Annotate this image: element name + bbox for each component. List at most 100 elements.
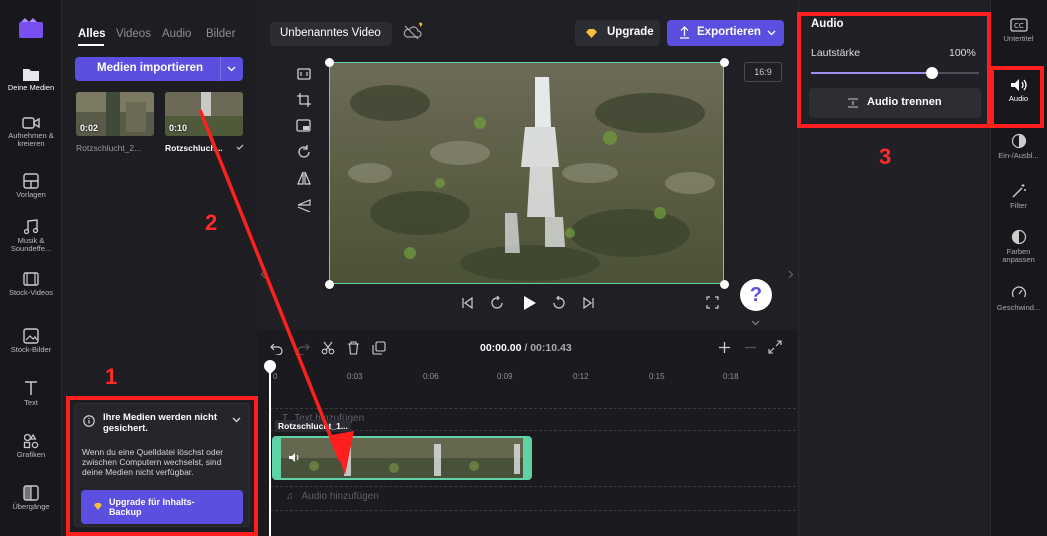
rail-item-label: Übergänge <box>12 502 50 511</box>
chevron-down-icon[interactable] <box>227 66 236 72</box>
playback-time: 00:00.00 / 00:10.43 <box>480 342 572 354</box>
film-icon <box>23 272 39 286</box>
rail-item-fade[interactable]: Ein-/Ausbl... <box>990 133 1047 160</box>
help-button[interactable]: ? <box>740 279 772 311</box>
import-media-button[interactable]: Medien importieren <box>75 57 243 81</box>
speed-icon <box>1011 286 1026 298</box>
rail-item-filter[interactable]: Filter <box>990 183 1047 210</box>
collapse-chevron-icon[interactable] <box>751 320 760 326</box>
forward-5-icon[interactable] <box>551 295 567 311</box>
annotation-number-1: 1 <box>105 364 118 389</box>
media-clip-1-label: Rotzschlucht_2... <box>76 143 142 153</box>
resize-handle-bottom-right[interactable] <box>720 280 729 289</box>
project-title[interactable]: Unbenanntes Video <box>270 22 392 46</box>
rail-item-label: Geschwind... <box>996 303 1041 312</box>
templates-icon <box>23 173 39 189</box>
upgrade-button[interactable]: Upgrade <box>575 20 660 46</box>
music-icon <box>23 219 39 235</box>
import-dropdown-divider <box>220 57 221 81</box>
ruler-tick: 0:09 <box>497 372 513 381</box>
video-preview[interactable] <box>329 62 724 284</box>
left-rail: Deine Medien Aufnehmen & kreieren Vorlag… <box>0 0 62 536</box>
resize-handle-top-left[interactable] <box>325 58 334 67</box>
rewind-5-icon[interactable] <box>489 295 505 311</box>
text-icon <box>25 381 37 395</box>
play-icon[interactable] <box>521 295 537 311</box>
annotation-box-audio-tab <box>990 66 1044 128</box>
rail-item-stock-videos[interactable]: Stock-Videos <box>0 271 62 297</box>
time-separator: / <box>521 342 531 354</box>
rail-item-templates[interactable]: Vorlagen <box>0 173 62 199</box>
rail-item-captions[interactable]: CC Untertitel <box>990 18 1047 43</box>
tab-all[interactable]: Alles <box>78 28 106 40</box>
upload-icon <box>680 26 689 39</box>
cloud-off-icon[interactable] <box>402 22 424 42</box>
rail-item-label: Grafiken <box>16 450 46 459</box>
rail-item-music[interactable]: Musik & Soundeffe... <box>0 219 62 253</box>
panel-right-arrow-icon[interactable] <box>788 270 794 279</box>
color-adjust-icon <box>1011 229 1026 245</box>
import-media-label: Medien importieren <box>97 62 204 74</box>
total-time: 00:10.43 <box>530 342 572 354</box>
tab-audio[interactable]: Audio <box>162 28 191 40</box>
rail-item-label: Vorlagen <box>16 190 46 199</box>
project-title-text: Unbenanntes Video <box>280 27 381 39</box>
rail-item-label: Deine Medien <box>7 83 55 92</box>
current-time: 00:00.00 <box>480 342 522 354</box>
active-tab-indicator <box>78 44 104 46</box>
transition-icon <box>23 485 39 501</box>
ruler-tick: 0:18 <box>723 372 739 381</box>
image-icon <box>23 328 39 344</box>
rail-item-label: Stock-Videos <box>8 288 54 297</box>
rail-item-transitions[interactable]: Übergänge <box>0 485 62 511</box>
annotation-box-audio-panel <box>797 12 991 128</box>
rail-item-graphics[interactable]: Grafiken <box>0 433 62 459</box>
tab-videos[interactable]: Videos <box>116 28 151 40</box>
tab-images[interactable]: Bilder <box>206 28 235 40</box>
fit-timeline-icon[interactable] <box>768 340 782 354</box>
folder-icon <box>23 69 39 81</box>
camera-icon <box>22 117 40 129</box>
rail-item-stock-images[interactable]: Stock-Bilder <box>0 328 62 354</box>
media-clip-1[interactable]: 0:02 <box>76 92 154 136</box>
fit-icon[interactable] <box>296 66 312 82</box>
annotation-number-3: 3 <box>879 144 892 169</box>
rail-item-label: Filter <box>1010 201 1027 210</box>
skip-forward-icon[interactable] <box>582 296 596 310</box>
chevron-down-icon[interactable] <box>767 30 776 36</box>
clip-duration: 0:02 <box>80 123 99 133</box>
upgrade-label: Upgrade <box>607 26 654 38</box>
track-divider <box>270 510 796 511</box>
resize-handle-top-right[interactable] <box>720 58 729 67</box>
annotation-arrow <box>198 109 354 475</box>
video-frame <box>330 63 723 283</box>
app-logo <box>19 18 43 38</box>
rail-item-color-adjust[interactable]: Farben anpassen <box>990 229 1047 264</box>
ruler-tick: 0:15 <box>649 372 665 381</box>
rail-item-text[interactable]: Text <box>0 379 62 407</box>
rail-item-media[interactable]: Deine Medien <box>0 66 62 92</box>
rail-item-label: Farben anpassen <box>1002 247 1035 264</box>
svg-text:CC: CC <box>1014 22 1024 30</box>
rail-item-label: Ein-/Ausbl... <box>998 151 1039 160</box>
export-button[interactable]: Exportieren <box>667 20 784 46</box>
captions-icon: CC <box>1009 18 1028 32</box>
ruler-tick: 0:12 <box>573 372 589 381</box>
clip-handle-right[interactable] <box>523 438 530 478</box>
export-label: Exportieren <box>697 26 761 38</box>
rail-item-label: Untertitel <box>1003 34 1034 43</box>
aspect-ratio-button[interactable]: 16:9 <box>744 62 782 82</box>
fullscreen-icon[interactable] <box>706 296 719 309</box>
zoom-in-icon[interactable] <box>718 341 731 354</box>
skip-back-icon[interactable] <box>460 296 474 310</box>
zoom-out-icon[interactable] <box>744 341 757 354</box>
rail-item-speed[interactable]: Geschwind... <box>990 285 1047 312</box>
diamond-icon <box>586 29 597 38</box>
help-icon: ? <box>749 284 763 306</box>
rail-item-record[interactable]: Aufnehmen & kreieren <box>0 116 62 148</box>
ruler-tick: 0:06 <box>423 372 439 381</box>
rail-item-label: Stock-Bilder <box>10 345 52 354</box>
filter-wand-icon <box>1012 184 1026 198</box>
fade-icon <box>1011 133 1026 149</box>
shapes-icon <box>23 433 39 449</box>
